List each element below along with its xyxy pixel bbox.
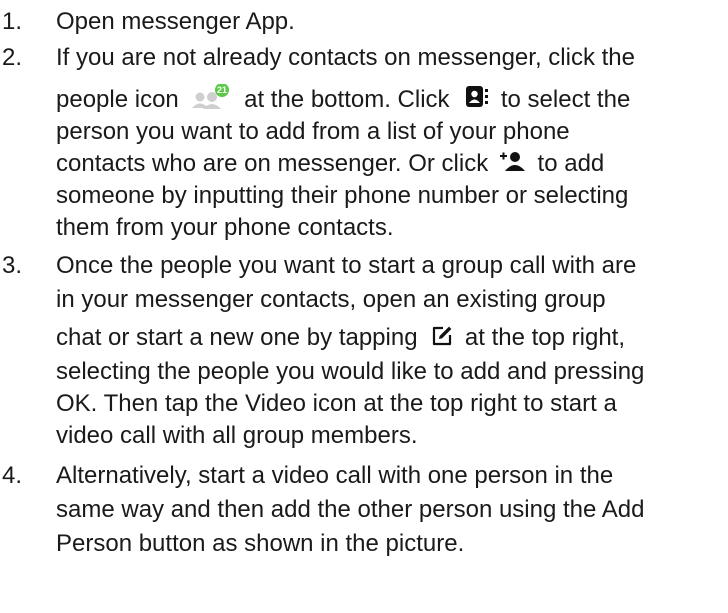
step-text: to select the (500, 86, 631, 113)
step-text-row: chat or start a new one by tapping at th… (56, 322, 625, 354)
step-text-row: contacts who are on messenger. Or click … (56, 148, 604, 180)
step-text: someone by inputting their phone number … (56, 182, 629, 209)
step-text: Alternatively, start a video call with o… (56, 462, 614, 489)
step-text: video call with all group members. (56, 422, 418, 449)
step-text: chat or start a new one by tapping (56, 324, 418, 351)
step-text: selecting the people you would like to a… (56, 358, 645, 385)
step-text: OK. Then tap the Video icon at the top r… (56, 390, 617, 417)
step-text: Once the people you want to start a grou… (56, 252, 637, 279)
step-text: at the bottom. Click (244, 86, 450, 113)
step-number: 2. (2, 44, 23, 71)
step-text: people icon (56, 86, 179, 113)
people-icon: 21 (191, 83, 231, 110)
people-badge: 21 (217, 85, 227, 95)
step-text: Open messenger App. (56, 8, 295, 35)
step-text: same way and then add the other person u… (56, 496, 645, 523)
compose-icon (430, 324, 454, 348)
step-number: 1. (2, 8, 23, 35)
step-text: person you want to add from a list of yo… (56, 118, 570, 145)
contacts-book-icon (464, 84, 490, 110)
step-text: at the top right, (464, 324, 626, 351)
step-text-row: people icon 21 at the bottom. Click to s… (56, 83, 631, 116)
step-number: 3. (2, 252, 23, 279)
step-text: in your messenger contacts, open an exis… (56, 286, 606, 313)
step-text: contacts who are on messenger. Or click (56, 150, 489, 177)
step-number: 4. (2, 462, 23, 489)
add-person-icon (499, 150, 527, 174)
step-text: to add (537, 150, 605, 177)
step-text: If you are not already contacts on messe… (56, 44, 635, 71)
step-text: Person button as shown in the picture. (56, 530, 465, 557)
step-text: them from your phone contacts. (56, 214, 394, 241)
